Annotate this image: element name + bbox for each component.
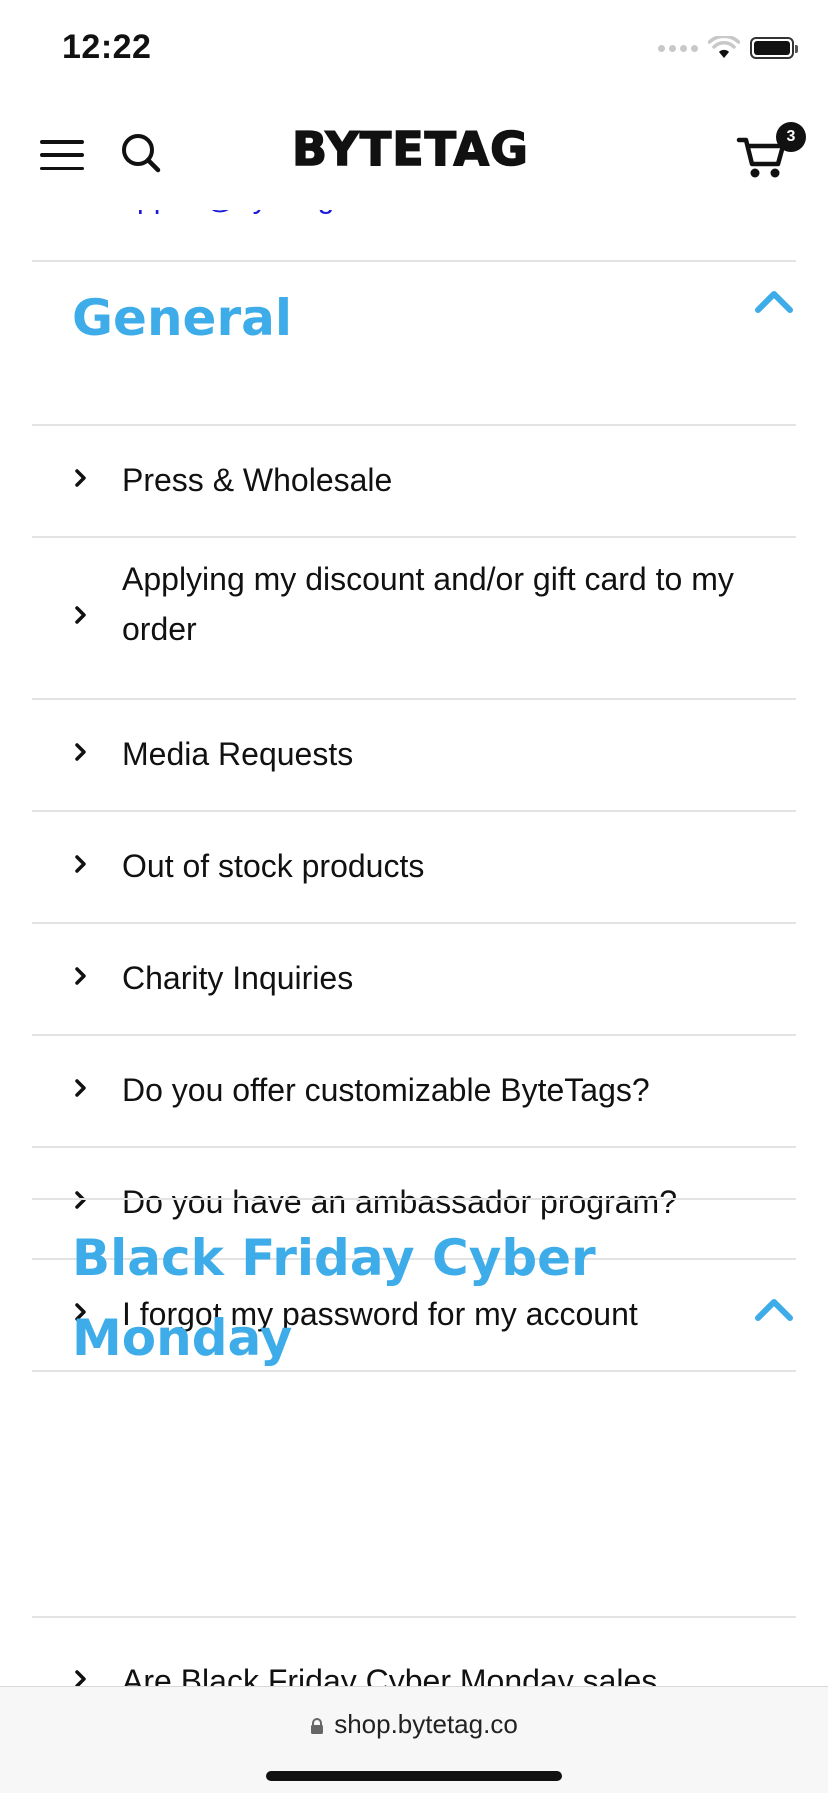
bytetag-logo[interactable]: BYTETAG xyxy=(291,121,529,177)
browser-address-bar[interactable]: shop.bytetag.co xyxy=(0,1686,828,1793)
faq-item[interactable]: Are Black Friday Cyber Monday sales xyxy=(32,1616,796,1686)
status-time: 12:22 xyxy=(62,28,152,66)
chevron-up-icon[interactable] xyxy=(754,1294,794,1324)
url-text: shop.bytetag.co xyxy=(334,1709,518,1739)
faq-item[interactable]: Do you offer customizable ByteTags? xyxy=(32,1034,796,1146)
faq-item-label: Do you offer customizable ByteTags? xyxy=(122,1072,650,1108)
chevron-right-icon xyxy=(75,967,86,985)
wifi-icon xyxy=(708,36,740,58)
hamburger-menu-icon[interactable] xyxy=(40,140,84,170)
chevron-right-icon xyxy=(75,743,86,761)
section-title: Black Friday Cyber Monday xyxy=(72,1229,596,1367)
chevron-up-icon[interactable] xyxy=(754,286,794,316)
section-divider xyxy=(32,1370,796,1372)
search-icon[interactable] xyxy=(118,130,164,176)
url-display[interactable]: shop.bytetag.co xyxy=(0,1709,828,1740)
chevron-right-icon xyxy=(75,606,86,624)
cart-count-badge: 3 xyxy=(776,122,806,152)
site-header: BYTETAG 3 xyxy=(0,100,828,210)
battery-icon xyxy=(750,37,798,59)
faq-item[interactable]: Out of stock products xyxy=(32,810,796,922)
faq-item-label: Charity Inquiries xyxy=(122,960,354,996)
status-icons xyxy=(658,36,798,60)
faq-item-label: Media Requests xyxy=(122,736,354,772)
faq-item[interactable]: Applying my discount and/or gift card to… xyxy=(32,536,796,698)
section-header[interactable]: General xyxy=(32,260,796,424)
faq-item-label: Applying my discount and/or gift card to… xyxy=(122,561,734,647)
section-title: General xyxy=(72,289,292,347)
chevron-right-icon xyxy=(75,1079,86,1097)
faq-item[interactable]: Charity Inquiries xyxy=(32,922,796,1034)
faq-item[interactable]: Media Requests xyxy=(32,698,796,810)
faq-item[interactable]: Press & Wholesale xyxy=(32,424,796,536)
faq-item-label: Out of stock products xyxy=(122,848,425,884)
faq-content[interactable]: at support@bytetag.com GeneralPress & Wh… xyxy=(32,100,796,1686)
cellular-signal-icon xyxy=(658,44,698,52)
chevron-right-icon xyxy=(75,469,86,487)
chevron-right-icon xyxy=(75,855,86,873)
status-bar: 12:22 xyxy=(0,0,828,100)
section-header[interactable]: Black Friday Cyber Monday xyxy=(32,1198,796,1454)
faq-item-label: Press & Wholesale xyxy=(122,462,393,498)
chevron-right-icon xyxy=(75,1670,86,1686)
home-indicator[interactable] xyxy=(266,1771,562,1781)
lock-icon xyxy=(311,1718,324,1734)
faq-item-label: Are Black Friday Cyber Monday sales xyxy=(122,1663,658,1686)
